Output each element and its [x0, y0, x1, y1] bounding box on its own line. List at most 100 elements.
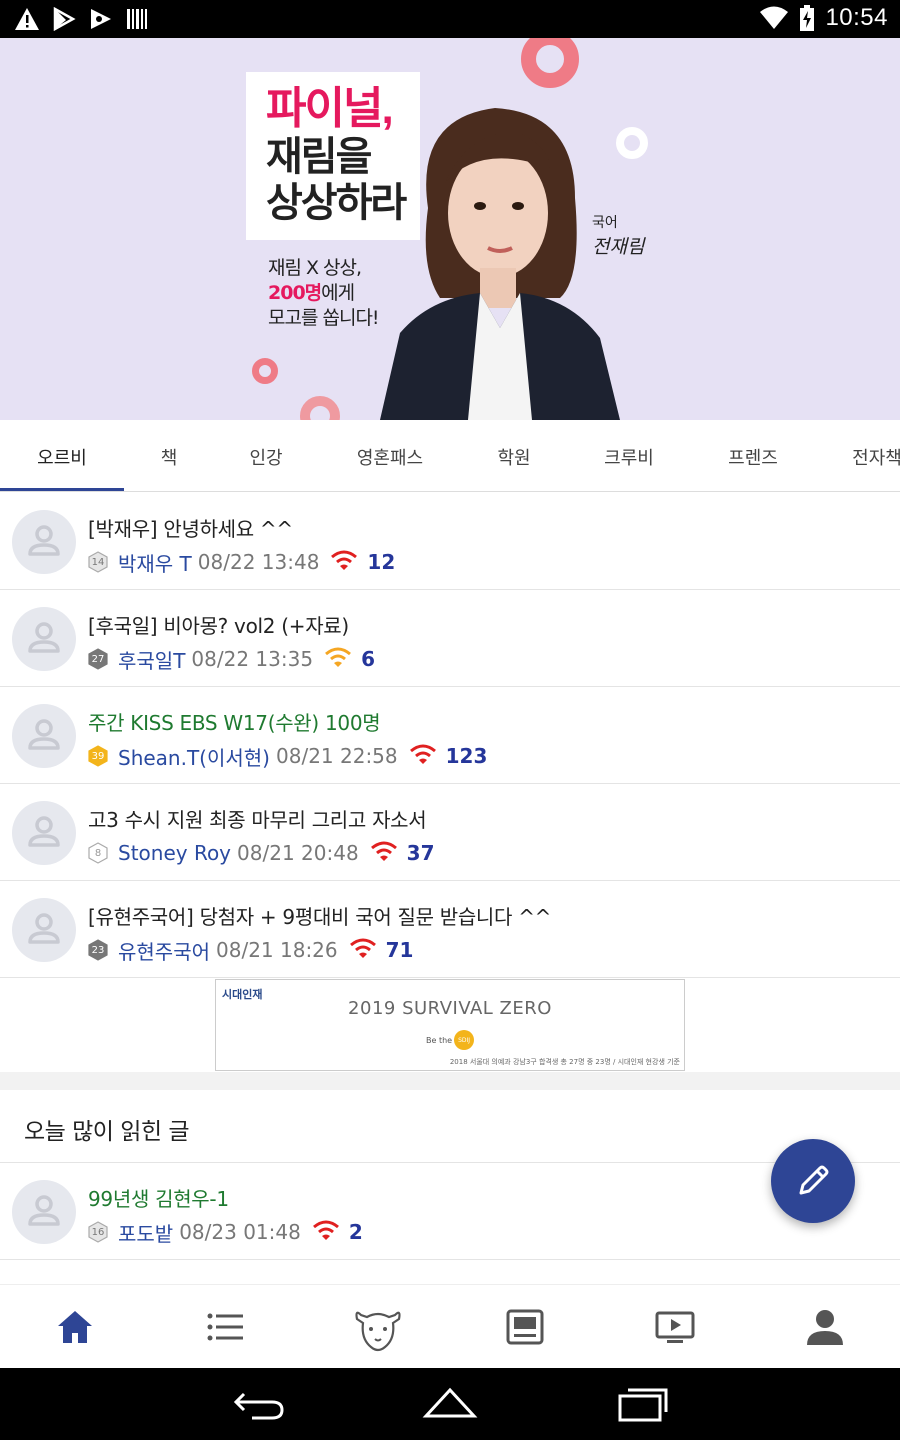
signal-icon	[323, 645, 361, 673]
default-avatar-icon	[28, 622, 60, 653]
post-author[interactable]: Shean.T(이서현)	[118, 742, 270, 771]
post-date: 08/21 20:48	[237, 841, 359, 865]
default-avatar-icon	[28, 913, 60, 944]
ad-tagline-badge: SDIJ	[454, 1030, 475, 1050]
ad-banner[interactable]: 시대인재 2019 SURVIVAL ZERO Be the SDIJ 2018…	[215, 979, 685, 1071]
level-number: 16	[91, 1226, 105, 1238]
post-view-count: 123	[445, 744, 488, 768]
section-divider	[0, 1072, 900, 1090]
post-date: 08/22 13:35	[191, 647, 314, 671]
level-number: 23	[91, 944, 105, 956]
level-badge: 39	[88, 745, 108, 767]
list-icon	[207, 1313, 243, 1341]
ad-title: 2019 SURVIVAL ZERO	[348, 998, 552, 1019]
post-author[interactable]: 포도밭	[118, 1218, 173, 1247]
avatar	[12, 510, 76, 574]
nav-list[interactable]	[203, 1305, 247, 1349]
default-avatar-icon	[28, 1195, 60, 1226]
post-row[interactable]: 주간 KISS EBS W17(수완) 100명 39 Shean.T(이서현) 08…	[0, 687, 900, 784]
post-author[interactable]: 박재우 T	[118, 548, 192, 577]
recents-icon[interactable]	[616, 1386, 670, 1422]
nav-home[interactable]	[53, 1305, 97, 1349]
tab-ebook[interactable]: 전자책	[852, 444, 900, 470]
post-row[interactable]: [유현주국어] 당첨자 + 9평대비 국어 질문 받습니다 ^^ 23 유현주국어 0…	[0, 881, 900, 978]
tab-friends[interactable]: 프렌즈	[728, 444, 778, 470]
level-number: 8	[94, 847, 102, 859]
post-view-count: 12	[367, 550, 396, 574]
level-badge: 23	[88, 939, 108, 961]
promo-banner[interactable]: 파이널, 재림을 상상하라 재림 X 상상, 200명에게 모고를 쏩니다! 국…	[0, 38, 900, 420]
status-bar: 10:54	[0, 0, 900, 38]
battery-charging-icon	[800, 5, 815, 31]
post-meta: 8 Stoney Roy 08/21 20:48 37	[88, 840, 435, 866]
tab-book[interactable]: 책	[161, 444, 178, 470]
post-view-count: 2	[348, 1220, 363, 1244]
pencil-icon	[799, 1165, 829, 1195]
post-date: 08/23 01:48	[179, 1220, 301, 1244]
category-tabs: 오르비 책 인강 영혼패스 학원 크루비 프렌즈 전자책	[0, 420, 900, 492]
nav-monitor[interactable]	[503, 1305, 547, 1349]
signal-icon	[408, 742, 446, 770]
level-number: 39	[91, 750, 105, 762]
level-badge: 16	[88, 1221, 108, 1243]
ad-footnote: 2018 서울대 의예과 강남3구 합격생 총 27명 중 23명 / 시대인재…	[449, 1058, 680, 1066]
post-date: 08/21 22:58	[276, 744, 398, 768]
profile-icon	[807, 1310, 843, 1345]
barcode-icon	[127, 9, 147, 29]
home-button-icon[interactable]	[422, 1386, 478, 1422]
post-meta: 23 유현주국어 08/21 18:26 71	[88, 936, 413, 965]
post-date: 08/22 13:48	[197, 550, 320, 574]
signal-icon	[348, 936, 386, 964]
default-avatar-icon	[28, 525, 60, 556]
nav-profile[interactable]	[803, 1305, 847, 1349]
active-tab-indicator	[0, 488, 124, 491]
post-title: 99년생 김현우-1	[88, 1187, 229, 1211]
post-author[interactable]: 유현주국어	[118, 936, 210, 965]
tab-orbi[interactable]: 오르비	[37, 444, 87, 470]
subject-label: 국어	[592, 215, 618, 231]
video-lecture-icon	[655, 1311, 695, 1343]
post-meta: 16 포도밭 08/23 01:48 2	[88, 1218, 363, 1247]
tab-online-lecture[interactable]: 인강	[249, 444, 282, 470]
post-title: [후국일] 비아몽? vol2 (+자료)	[88, 614, 349, 638]
avatar	[12, 704, 76, 768]
post-title: [유현주국어] 당첨자 + 9평대비 국어 질문 받습니다 ^^	[88, 905, 552, 929]
post-view-count: 6	[361, 647, 375, 671]
monitor-icon	[506, 1309, 544, 1345]
tab-academy[interactable]: 학원	[497, 444, 530, 470]
level-badge: 27	[88, 648, 108, 670]
notification-icons	[14, 7, 148, 31]
default-avatar-icon	[28, 816, 60, 847]
post-meta: 39 Shean.T(이서현) 08/21 22:58 123	[88, 742, 488, 771]
system-status: 10:54	[759, 4, 888, 32]
default-avatar-icon	[28, 719, 60, 750]
back-icon[interactable]	[232, 1386, 286, 1422]
tab-crewbi[interactable]: 크루비	[604, 444, 654, 470]
post-row[interactable]: [박재우] 안녕하세요 ^^ 14 박재우 T 08/22 13:48 12	[0, 493, 900, 590]
nav-mascot[interactable]	[353, 1305, 401, 1352]
popular-section-title: 오늘 많이 읽힌 글	[24, 1119, 190, 1145]
post-row[interactable]: [후국일] 비아몽? vol2 (+자료) 27 후국일T 08/22 13:35 6	[0, 590, 900, 687]
post-author[interactable]: 후국일T	[118, 645, 185, 674]
level-badge: 8	[88, 842, 108, 864]
level-number: 27	[91, 653, 105, 665]
post-title: [박재우] 안녕하세요 ^^	[88, 517, 293, 541]
post-meta: 14 박재우 T 08/22 13:48 12	[88, 548, 396, 577]
level-badge: 14	[88, 551, 108, 573]
post-title: 고3 수시 지원 최종 마무리 그리고 자소서	[88, 808, 427, 832]
signal-icon	[369, 839, 407, 867]
avatar	[12, 607, 76, 671]
post-date: 08/21 18:26	[216, 938, 338, 962]
write-post-button[interactable]	[771, 1139, 855, 1223]
home-icon	[58, 1311, 92, 1343]
warning-icon	[15, 8, 39, 30]
promo-highlight: 200명	[268, 282, 322, 304]
post-row[interactable]: 고3 수시 지원 최종 마무리 그리고 자소서 8 Stoney Roy 08/21 …	[0, 784, 900, 881]
nav-video-lecture[interactable]	[653, 1305, 697, 1349]
tab-soul-pass[interactable]: 영혼패스	[357, 444, 423, 470]
clock: 10:54	[825, 4, 888, 31]
signal-icon	[329, 548, 367, 576]
ad-tagline: Be the SDIJ	[426, 1030, 475, 1050]
post-author[interactable]: Stoney Roy	[118, 841, 231, 865]
post-row[interactable]: 99년생 김현우-1 16 포도밭 08/23 01:48 2	[0, 1163, 900, 1260]
